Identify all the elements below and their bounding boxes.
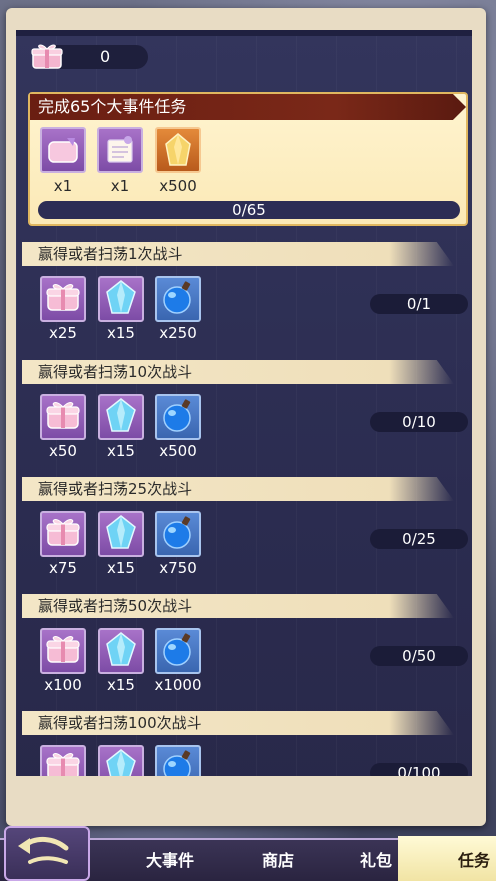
reward-slot[interactable] [155,394,201,440]
reward-qty: x1 [53,177,73,195]
task-progress-text: 0/50 [402,647,436,665]
task-title: 赢得或者扫荡25次战斗 [38,480,193,498]
featured-progress-text: 0/65 [232,201,266,219]
reward-slot[interactable] [40,511,86,557]
gift-box-icon [44,515,82,553]
featured-task-title: 完成65个大事件任务 [38,97,187,116]
reward-slot[interactable] [40,628,86,674]
reward-qty: x100 [44,676,82,694]
blue-gem-icon [104,396,138,438]
back-button[interactable] [4,826,90,881]
blue-gem-icon [104,278,138,320]
task-title: 赢得或者扫荡1次战斗 [38,245,183,263]
reward-qty: x15 [107,676,135,694]
blue-gem-icon [104,513,138,555]
reward-qty: x1 [110,177,130,195]
task-title: 赢得或者扫荡100次战斗 [38,714,202,732]
tab-tasks-active[interactable]: 任务 [398,836,496,881]
gift-box-icon [44,632,82,670]
featured-reward-slot[interactable] [155,127,201,173]
reward-slot[interactable] [155,511,201,557]
pink-card-icon [48,138,78,163]
featured-reward-slot[interactable] [40,127,86,173]
blue-potion-icon [159,630,197,672]
task-progress-pill: 0/1 [370,294,468,314]
panel-bottom-mask [16,776,472,826]
task-progress-text: 0/10 [402,413,436,431]
reward-slot[interactable] [98,394,144,440]
reward-slot[interactable] [40,276,86,322]
reward-qty: x750 [159,559,197,577]
reward-slot[interactable] [155,276,201,322]
reward-qty: x50 [49,442,77,460]
task-progress-text: 0/1 [406,295,432,313]
task-progress-text: 0/25 [402,530,436,548]
gift-box-icon [44,398,82,436]
task-progress-pill: 0/50 [370,646,468,666]
tab-shop[interactable]: 商店 [262,850,294,872]
currency-value: 0 [100,47,111,66]
gold-crystal-icon [165,133,191,166]
tab-gift-packs[interactable]: 礼包 [360,850,392,872]
reward-slot[interactable] [98,276,144,322]
reward-qty: x15 [107,559,135,577]
blue-potion-icon [159,396,197,438]
currency-display: 0 [30,40,150,72]
reward-qty: x75 [49,559,77,577]
reward-qty: x15 [107,324,135,342]
reward-slot[interactable] [98,628,144,674]
tab-tasks[interactable]: 任务 [458,850,490,872]
blue-potion-icon [159,513,197,555]
back-arrow-icon [18,837,69,864]
reward-slot[interactable] [40,394,86,440]
reward-qty: x15 [107,442,135,460]
featured-reward-slot[interactable] [97,127,143,173]
featured-progress-bar: 0/65 [38,201,460,219]
reward-qty: x250 [159,324,197,342]
panel-top-bar [16,30,472,36]
task-title: 赢得或者扫荡10次战斗 [38,363,193,381]
task-progress-pill: 0/25 [370,529,468,549]
reward-qty: x1000 [154,676,202,694]
tab-events[interactable]: 大事件 [146,850,194,872]
gift-box-icon [44,280,82,318]
blue-potion-icon [159,278,197,320]
blue-gem-icon [104,630,138,672]
reward-qty: x500 [159,177,197,195]
task-progress-pill: 0/10 [370,412,468,432]
letter-card-icon [107,136,133,163]
reward-qty: x25 [49,324,77,342]
reward-slot[interactable] [155,628,201,674]
reward-qty: x500 [159,442,197,460]
gift-box-icon [31,44,63,69]
task-title: 赢得或者扫荡50次战斗 [38,597,193,615]
reward-slot[interactable] [98,511,144,557]
